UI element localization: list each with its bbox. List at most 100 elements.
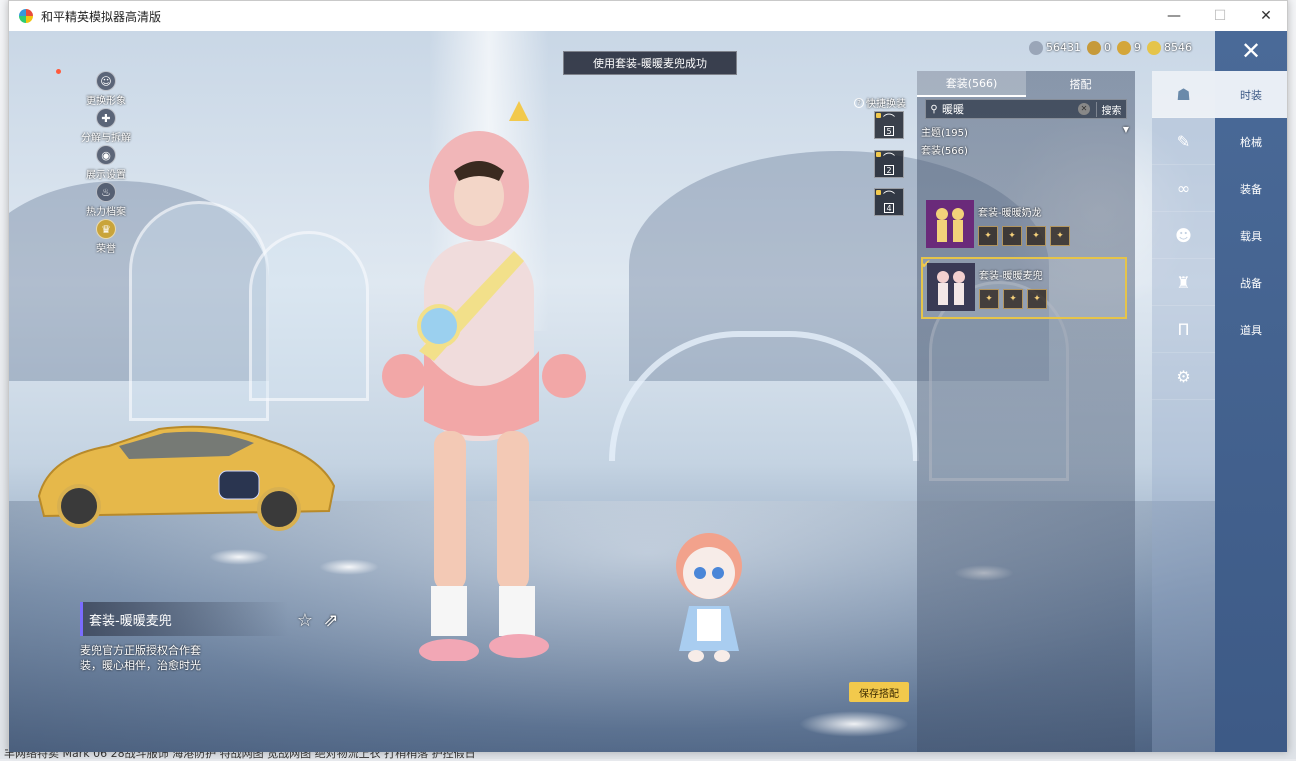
tab-combos[interactable]: 搭配 [1026, 71, 1135, 97]
nav-gear[interactable]: 战备 [1215, 259, 1287, 306]
outfit-card-selected[interactable]: ✔ 套装-暖暖麦兜 ✦ ✦ ✦ [921, 257, 1127, 319]
slot-number: 4 [884, 202, 894, 213]
gold-coin-icon [1117, 41, 1131, 55]
currency-value: 0 [1104, 41, 1111, 54]
slot-number: 2 [884, 164, 894, 175]
pants-icon[interactable]: Π [1152, 306, 1215, 353]
left-menu-label: 热力档案 [86, 207, 126, 218]
lock-icon [876, 190, 881, 195]
left-menu-label: 更换形象 [86, 96, 126, 107]
nav-vehicles[interactable]: 载具 [1215, 212, 1287, 259]
close-panel-icon[interactable]: ✕ [1215, 31, 1287, 71]
companion-pet[interactable] [664, 531, 754, 666]
notification-dot [56, 69, 61, 74]
nav-weapons[interactable]: 枪械 [1215, 118, 1287, 165]
currency-item: 56431 [1029, 41, 1081, 55]
outfit-piece-icon[interactable]: ✦ [1050, 226, 1070, 246]
arch-gate [249, 231, 369, 401]
quick-swap-label[interactable]: ? 快捷换装 [854, 95, 906, 110]
currency-bar: 56431 0 9 8546 [1029, 41, 1192, 55]
outfit-card[interactable]: 套装-暖暖奶龙 ✦ ✦ ✦ ✦ [921, 195, 1127, 257]
app-logo-icon [19, 9, 33, 23]
nav-equipment[interactable]: 装备 [1215, 165, 1287, 212]
currency-value: 9 [1134, 41, 1141, 54]
left-menu-item[interactable]: ☺ 更换形象 [71, 71, 141, 108]
medal-icon: ♛ [96, 219, 116, 239]
goggles-icon[interactable]: ∞ [1152, 165, 1215, 212]
outfit-piece-icon[interactable]: ✦ [978, 226, 998, 246]
puzzle-icon: ✚ [96, 108, 116, 128]
clear-icon[interactable]: ✕ [1078, 103, 1090, 115]
maximize-button[interactable]: ☐ [1197, 1, 1243, 31]
dropdown-arrow-icon: ▼ [1122, 125, 1129, 134]
currency-item: 9 [1117, 41, 1141, 55]
quick-swap-slot[interactable]: ⌒ 4 [874, 188, 904, 216]
currency-value: 56431 [1046, 41, 1081, 54]
player-character[interactable] [379, 101, 589, 661]
flame-icon: ♨ [96, 182, 116, 202]
left-menu-item[interactable]: ♨ 热力档案 [71, 182, 141, 219]
lock-icon [876, 113, 881, 118]
golden-car[interactable] [29, 401, 339, 531]
quick-swap-slot[interactable]: ⌒ 2 [874, 150, 904, 178]
left-menu-label: 荣誉 [96, 244, 116, 255]
theme-filter[interactable]: 主题(195) ▼ [917, 119, 1135, 139]
outfit-name-banner: 套装-暖暖麦兜 [80, 602, 288, 636]
left-menu-item[interactable]: ✚ 分解与拆解 [71, 108, 141, 145]
search-input[interactable] [942, 102, 1078, 116]
slot-number: 5 [884, 125, 894, 136]
quick-swap-text: 快捷换装 [866, 99, 906, 110]
outfit-piece-icon[interactable]: ✦ [1027, 289, 1047, 309]
left-menu-item[interactable]: ♛ 荣誉 [71, 219, 141, 256]
outfit-panel: 套装(566) 搭配 ⚲ ✕ 搜索 主题(195) ▼ 套装(566) [917, 71, 1135, 752]
outfit-piece-icon[interactable]: ✦ [1026, 226, 1046, 246]
outfit-thumbnail [926, 200, 974, 248]
avatar-icon: ☺ [96, 71, 116, 91]
mask-icon[interactable]: ☻ [1152, 212, 1215, 259]
search-bar: ⚲ ✕ 搜索 [925, 99, 1127, 119]
favorite-star-icon[interactable]: ☆ [294, 609, 316, 631]
left-menu: ☺ 更换形象 ✚ 分解与拆解 ◉ 展示设置 ♨ 热力档案 ♛ 荣誉 [71, 71, 141, 256]
tab-suits[interactable]: 套装(566) [917, 71, 1026, 97]
app-window: 和平精英模拟器高清版 — ☐ ✕ ☺ 更换形象 ✚ 分解与拆解 ◉ 展示设置 ♨… [8, 0, 1288, 752]
hanger-icon: ⌒ [882, 112, 895, 127]
hanger-icon: ⌒ [882, 151, 895, 166]
outfit-piece-icon[interactable]: ✦ [979, 289, 999, 309]
left-menu-label: 展示设置 [86, 170, 126, 181]
currency-item: 8546 [1147, 41, 1192, 55]
lotus-decor [209, 549, 269, 565]
shoes-icon[interactable]: ⚙ [1152, 353, 1215, 400]
lotus-decor [799, 711, 909, 737]
outfit-piece-icon[interactable]: ✦ [1002, 226, 1022, 246]
category-nav: ✕ 时装 枪械 装备 载具 战备 道具 [1215, 31, 1287, 752]
suit-count-label: 套装(566) [921, 146, 968, 157]
figure-icon[interactable]: ☗ [1152, 71, 1215, 118]
share-icon[interactable]: ⇗ [320, 609, 342, 631]
close-window-button[interactable]: ✕ [1243, 1, 1289, 31]
quick-swap-slot[interactable]: ⌒ 5 [874, 111, 904, 139]
outfit-description: 麦兜官方正版授权合作套装，暖心相伴，治愈时光 [80, 644, 201, 672]
search-button[interactable]: 搜索 [1096, 101, 1126, 117]
outfit-card-title: 套装-暖暖奶龙 [978, 208, 1042, 219]
gun-icon[interactable]: ✎ [1152, 118, 1215, 165]
title-bar: 和平精英模拟器高清版 — ☐ ✕ [9, 1, 1287, 31]
minimize-button[interactable]: — [1151, 1, 1197, 31]
hanger-icon: ⌒ [882, 189, 895, 204]
theme-filter-label: 主题(195) [921, 128, 968, 139]
bronze-coin-icon [1087, 41, 1101, 55]
outfit-card-title: 套装-暖暖麦兜 [979, 271, 1043, 282]
left-menu-item[interactable]: ◉ 展示设置 [71, 145, 141, 182]
nav-fashion[interactable]: 时装 [1215, 71, 1287, 118]
nav-items[interactable]: 道具 [1215, 306, 1287, 353]
panel-tabs: 套装(566) 搭配 [917, 71, 1135, 97]
shirt-icon[interactable]: ♜ [1152, 259, 1215, 306]
eye-icon: ◉ [96, 145, 116, 165]
left-menu-label: 分解与拆解 [81, 133, 131, 144]
toast-message: 使用套装-暖暖麦兜成功 [563, 51, 737, 75]
help-icon: ? [854, 97, 864, 108]
outfit-thumbnail [927, 263, 975, 311]
currency-value: 8546 [1164, 41, 1192, 54]
save-outfit-button[interactable]: 保存搭配 [849, 682, 909, 702]
outfit-piece-icon[interactable]: ✦ [1003, 289, 1023, 309]
coupon-icon [1029, 41, 1043, 55]
